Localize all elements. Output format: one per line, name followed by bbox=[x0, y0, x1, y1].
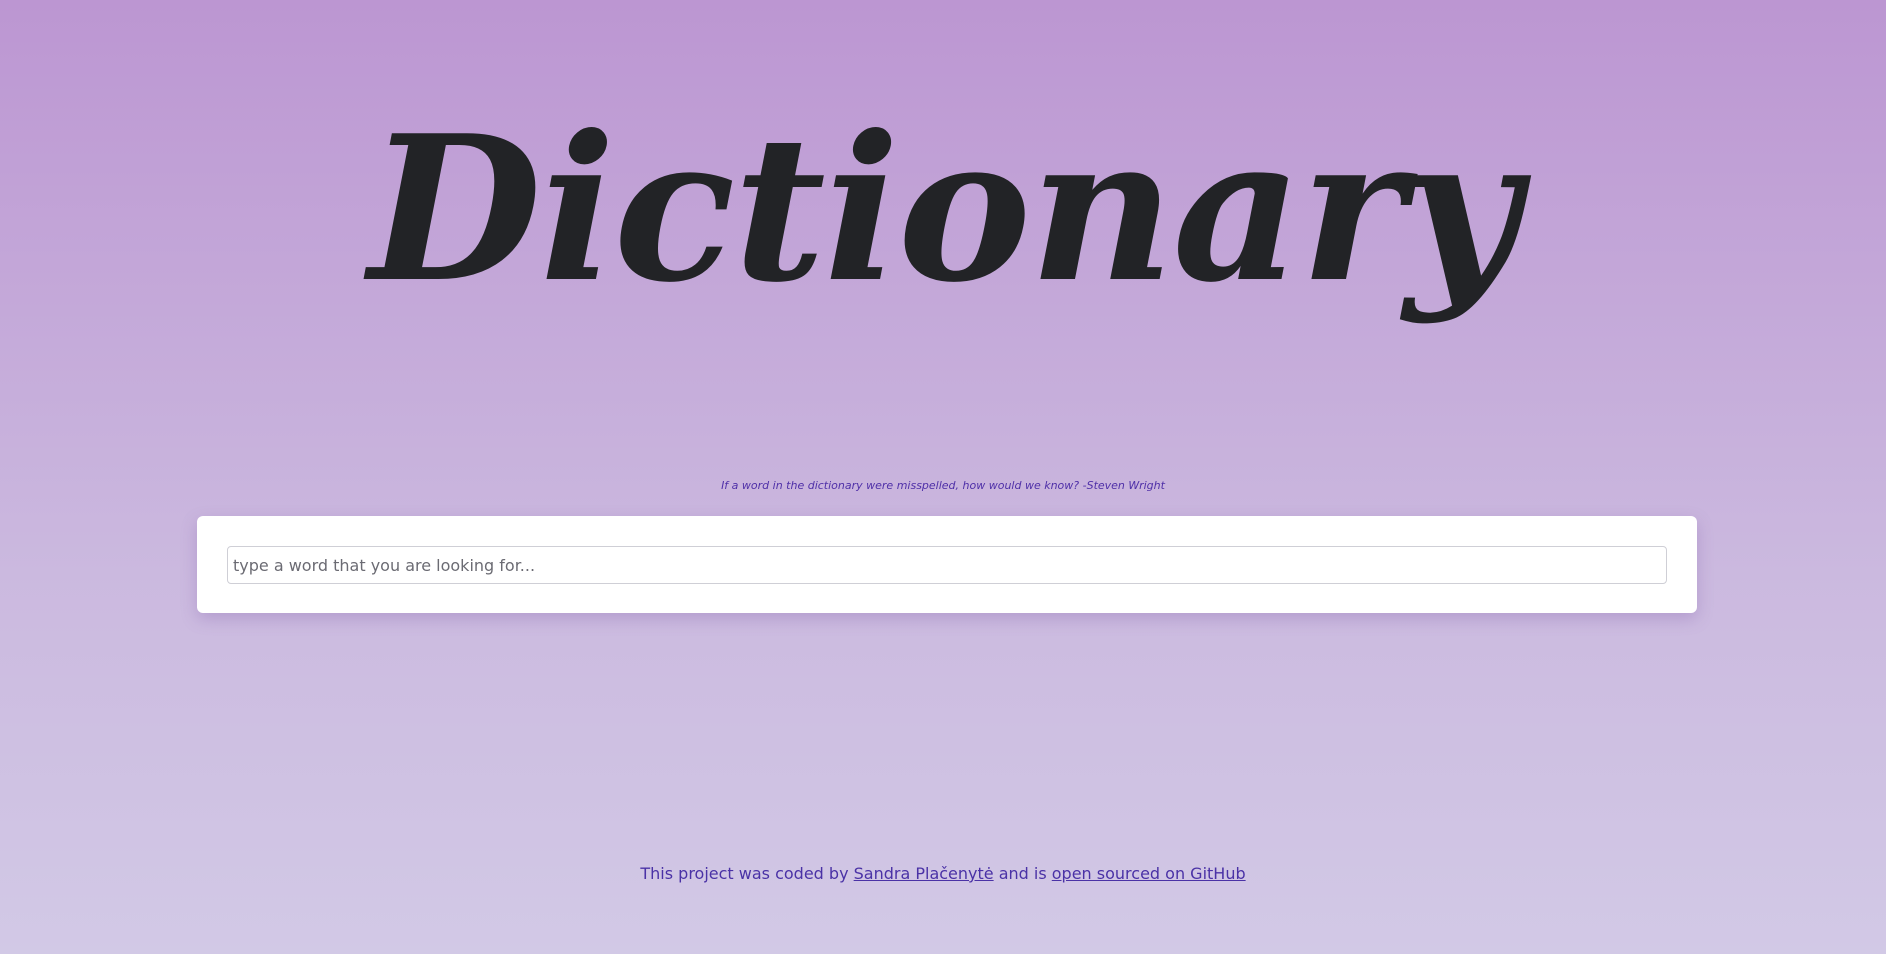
footer: This project was coded by Sandra Plačeny… bbox=[0, 864, 1886, 883]
search-input[interactable] bbox=[227, 546, 1667, 584]
footer-middle-text: and is bbox=[993, 864, 1052, 883]
footer-prefix-text: This project was coded by bbox=[640, 864, 854, 883]
author-link[interactable]: Sandra Plačenytė bbox=[854, 864, 994, 883]
quote-text: If a word in the dictionary were misspel… bbox=[721, 479, 1165, 492]
page-title: Dictionary bbox=[368, 92, 1520, 327]
search-card bbox=[197, 516, 1697, 613]
github-link[interactable]: open sourced on GitHub bbox=[1052, 864, 1246, 883]
